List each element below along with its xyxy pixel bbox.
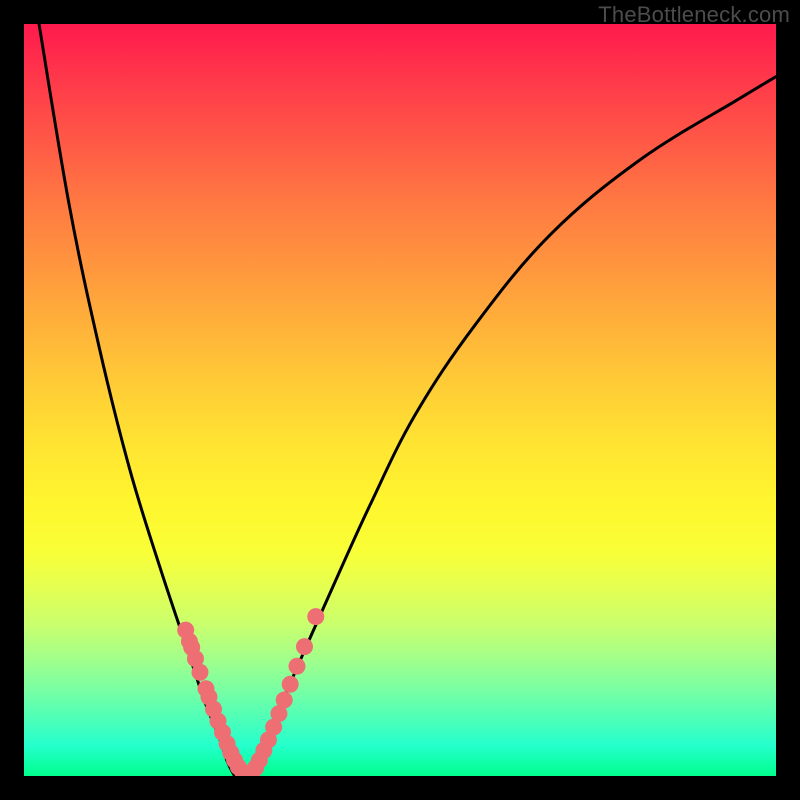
left-curve <box>39 24 235 776</box>
data-marker <box>307 608 324 625</box>
chart-svg <box>24 24 776 776</box>
right-curve <box>250 77 776 776</box>
data-marker <box>282 676 299 693</box>
data-marker <box>288 658 305 675</box>
curve-layer <box>39 24 776 776</box>
data-marker <box>276 692 293 709</box>
data-marker <box>296 638 313 655</box>
data-marker <box>191 664 208 681</box>
figure-frame: TheBottleneck.com <box>0 0 800 800</box>
marker-layer <box>177 608 324 776</box>
plot-area <box>24 24 776 776</box>
